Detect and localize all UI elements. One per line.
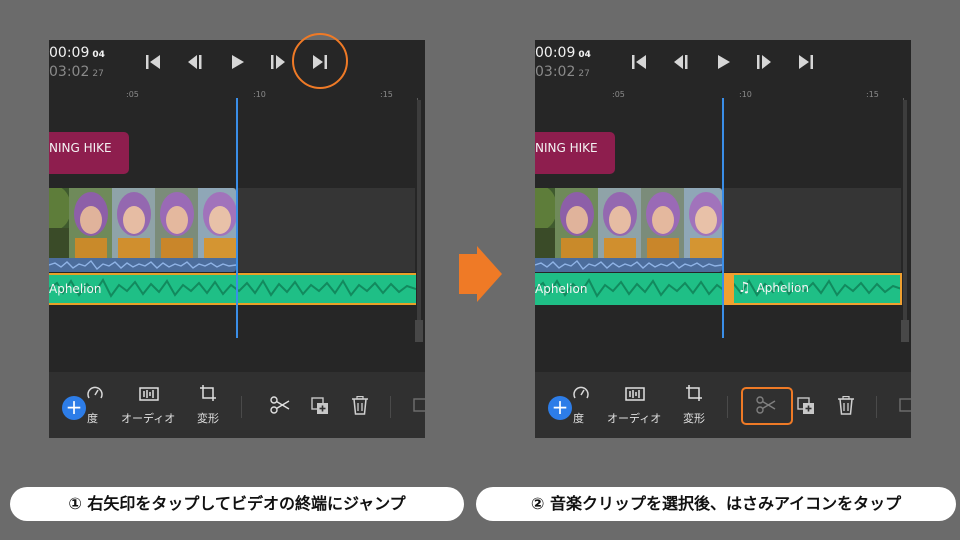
- step-back-icon[interactable]: [185, 52, 205, 72]
- timeline-scrollbar[interactable]: [903, 100, 907, 330]
- more-tool-icon[interactable]: [899, 398, 911, 412]
- transform-label: 変形: [683, 412, 705, 425]
- speed-label: 度: [573, 412, 584, 425]
- playhead[interactable]: [236, 98, 238, 338]
- music-note-icon: ♫: [738, 280, 751, 296]
- current-timecode: 00:09 04: [535, 45, 591, 61]
- title-clip-label: NING HIKE: [49, 141, 112, 155]
- editor-panel-after: 00:0904 03:0227 :05 :10 :15 NING HIKE: [535, 40, 911, 438]
- add-media-button[interactable]: +: [62, 396, 86, 420]
- audio-icon[interactable]: [625, 387, 645, 401]
- editor-panel-before: 00:0904 03:0227 :05 :10 :15 NING HIKE: [49, 40, 425, 438]
- ruler-label-15: :15: [380, 90, 393, 99]
- video-thumbnail: [155, 188, 199, 259]
- video-thumbnail: [684, 188, 722, 259]
- ruler-label-10: :10: [253, 90, 266, 99]
- video-thumbnail: [555, 188, 599, 259]
- video-audio-waveform: [535, 258, 722, 272]
- selected-music-clip-name: Aphelion: [756, 281, 809, 295]
- current-time: 00:09: [535, 45, 576, 61]
- more-tool-icon[interactable]: [413, 398, 425, 412]
- timeline-scroll-thumb[interactable]: [415, 320, 423, 342]
- current-timecode: 00:09 04: [49, 45, 105, 61]
- scissors-highlight: [741, 387, 793, 425]
- video-thumbnail: [598, 188, 642, 259]
- audio-label: オーディオ: [121, 412, 176, 425]
- next-step-arrow-icon: [459, 246, 502, 302]
- video-thumbnail: [198, 188, 236, 259]
- trash-icon[interactable]: [351, 396, 369, 415]
- total-time: 03:02: [535, 64, 576, 80]
- current-frames: 04: [92, 50, 105, 60]
- current-time: 00:09: [49, 45, 90, 61]
- video-thumbnail: [641, 188, 685, 259]
- duplicate-icon[interactable]: [311, 397, 329, 415]
- audio-label: オーディオ: [607, 412, 662, 425]
- audio-icon[interactable]: [139, 387, 159, 401]
- toolbar-divider: [727, 396, 728, 418]
- speed-icon[interactable]: [87, 384, 103, 402]
- timeline-scrollbar[interactable]: [417, 100, 421, 330]
- add-media-button[interactable]: +: [548, 396, 572, 420]
- video-clip[interactable]: [535, 188, 722, 272]
- current-frames: 04: [578, 50, 591, 60]
- ruler-label-15: :15: [866, 90, 879, 99]
- trash-icon[interactable]: [837, 396, 855, 415]
- crop-transform-icon[interactable]: [199, 384, 217, 402]
- ruler-label-10: :10: [739, 90, 752, 99]
- timeline-scroll-thumb[interactable]: [901, 320, 909, 342]
- skip-to-start-icon[interactable]: [143, 52, 163, 72]
- video-thumbnail: [49, 188, 69, 259]
- video-thumbnail: [69, 188, 113, 259]
- music-clip[interactable]: Aphelion: [49, 273, 416, 305]
- skip-to-start-icon[interactable]: [629, 52, 649, 72]
- play-icon[interactable]: [227, 52, 247, 72]
- scissors-icon[interactable]: [270, 396, 290, 414]
- playhead[interactable]: [722, 98, 724, 338]
- play-icon[interactable]: [713, 52, 733, 72]
- speed-icon[interactable]: [573, 384, 589, 402]
- total-timecode: 03:02 27: [535, 64, 590, 80]
- transform-label: 変形: [197, 412, 219, 425]
- speed-label: 度: [87, 412, 98, 425]
- total-frames: 27: [578, 69, 590, 79]
- step2-caption: ② 音楽クリップを選択後、はさみアイコンをタップ: [476, 487, 956, 521]
- step1-caption: ① 右矢印をタップしてビデオの終端にジャンプ: [10, 487, 464, 521]
- step-forward-icon[interactable]: [268, 52, 288, 72]
- step-back-icon[interactable]: [671, 52, 691, 72]
- skip-to-end-icon[interactable]: [796, 52, 816, 72]
- total-frames: 27: [92, 69, 104, 79]
- video-clip[interactable]: [49, 188, 236, 272]
- ruler-label-5: :05: [612, 90, 625, 99]
- video-thumbnail: [112, 188, 156, 259]
- total-time: 03:02: [49, 64, 90, 80]
- ruler-label-5: :05: [126, 90, 139, 99]
- video-audio-waveform: [49, 258, 236, 272]
- toolbar-divider: [876, 396, 877, 418]
- crop-transform-icon[interactable]: [685, 384, 703, 402]
- video-thumbnail: [535, 188, 555, 259]
- step-forward-icon[interactable]: [754, 52, 774, 72]
- title-clip-label: NING HIKE: [535, 141, 598, 155]
- total-timecode: 03:02 27: [49, 64, 104, 80]
- toolbar-divider: [241, 396, 242, 418]
- selected-music-clip-label: ♫ Aphelion: [738, 280, 809, 296]
- toolbar-divider: [390, 396, 391, 418]
- music-clip-label: Aphelion: [49, 282, 102, 296]
- skip-to-end-highlight: [292, 33, 348, 89]
- duplicate-icon[interactable]: [797, 397, 815, 415]
- music-clip-label: Aphelion: [535, 282, 588, 296]
- title-clip[interactable]: NING HIKE: [49, 132, 129, 174]
- title-clip[interactable]: NING HIKE: [535, 132, 615, 174]
